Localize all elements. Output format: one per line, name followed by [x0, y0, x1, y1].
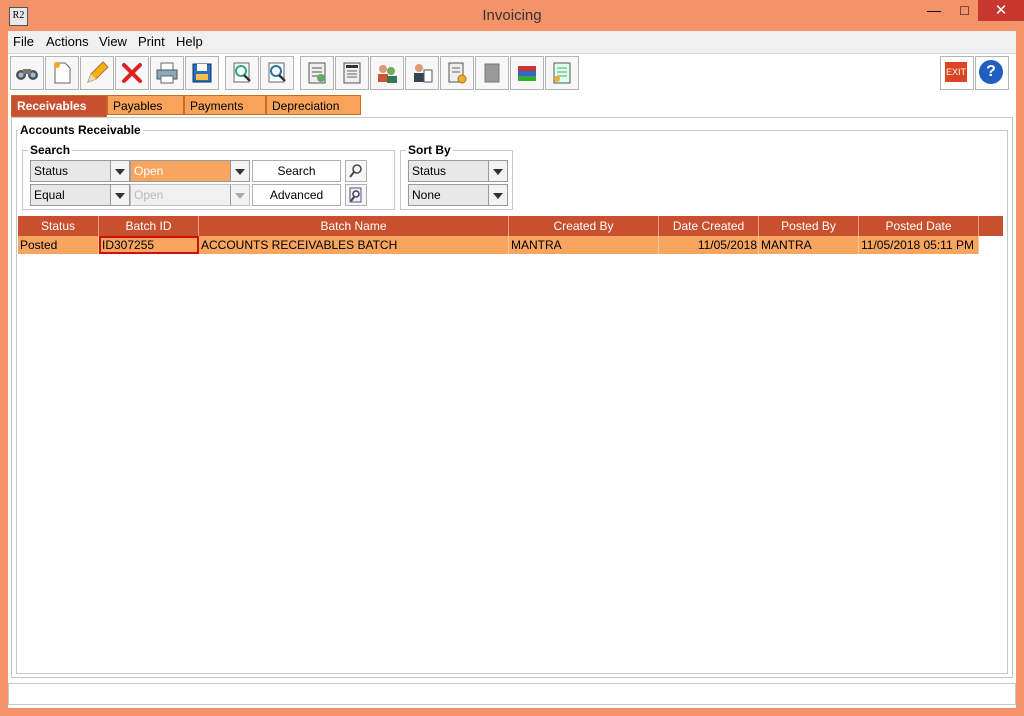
column-header-filler	[979, 216, 1003, 236]
menu-print[interactable]: Print	[138, 34, 165, 49]
exit-button[interactable]: EXIT	[940, 56, 974, 90]
tab-receivables[interactable]: Receivables	[11, 95, 107, 117]
column-header-posted-by[interactable]: Posted By	[759, 216, 859, 236]
search-button[interactable]: Search	[252, 160, 341, 182]
toolbar: EXIT ?	[8, 54, 1016, 94]
cell-created-by[interactable]: MANTRA	[509, 236, 659, 254]
column-header-date-created[interactable]: Date Created	[659, 216, 759, 236]
column-header-created-by[interactable]: Created By	[509, 216, 659, 236]
help-icon: ?	[979, 60, 1003, 84]
cell-batch-id[interactable]: ID307255	[99, 236, 199, 254]
batch-table: Status Batch ID Batch Name Created By Da…	[18, 216, 1003, 661]
search-value2-select: Open	[130, 184, 250, 206]
menu-view[interactable]: View	[99, 34, 127, 49]
search-field-value: Status	[34, 164, 69, 178]
client-area: File Actions View Print Help EXIT ? Rece…	[8, 31, 1016, 708]
advanced-button[interactable]: Advanced	[252, 184, 341, 206]
new-document-icon[interactable]	[45, 56, 79, 90]
tab-depreciation[interactable]: Depreciation	[266, 95, 361, 115]
sort-order-select[interactable]: None	[408, 184, 508, 206]
column-header-posted-date[interactable]: Posted Date	[859, 216, 979, 236]
menu-file[interactable]: File	[13, 34, 34, 49]
operator-value: Equal	[34, 188, 65, 202]
sort-group-title: Sort By	[406, 143, 453, 157]
search-value-select[interactable]: Open	[130, 160, 250, 182]
chevron-down-icon[interactable]	[488, 161, 507, 181]
report-coins-icon[interactable]	[440, 56, 474, 90]
close-button[interactable]: ✕	[978, 0, 1024, 21]
sort-order-value: None	[412, 188, 441, 202]
save-disk-icon[interactable]	[185, 56, 219, 90]
books-icon[interactable]	[510, 56, 544, 90]
help-button[interactable]: ?	[975, 56, 1009, 90]
status-bar	[8, 683, 1016, 705]
tab-payables[interactable]: Payables	[107, 95, 184, 115]
column-header-batch-id[interactable]: Batch ID	[99, 216, 199, 236]
menu-help[interactable]: Help	[176, 34, 203, 49]
menu-actions[interactable]: Actions	[46, 34, 89, 49]
minimize-button[interactable]: —	[917, 0, 951, 21]
advanced-search-icon	[349, 187, 362, 203]
search-value: Open	[134, 164, 164, 178]
exit-icon: EXIT	[945, 62, 967, 82]
window-title: Invoicing	[482, 7, 542, 24]
column-header-status[interactable]: Status	[18, 216, 99, 236]
search-value2: Open	[134, 188, 164, 202]
search-document-alt-icon[interactable]	[260, 56, 294, 90]
search-magnifier-button[interactable]	[345, 160, 367, 182]
search-group: Search Status Open Search Equal Open Adv…	[22, 143, 395, 210]
pencil-icon[interactable]	[80, 56, 114, 90]
sort-field-select[interactable]: Status	[408, 160, 508, 182]
chevron-down-icon[interactable]	[110, 185, 129, 205]
users-icon[interactable]	[370, 56, 404, 90]
chevron-down-icon[interactable]	[110, 161, 129, 181]
cell-date-created[interactable]: 11/05/2018	[659, 236, 759, 254]
search-group-title: Search	[28, 143, 73, 157]
user-report-icon[interactable]	[405, 56, 439, 90]
tab-strip: Receivables Payables Payments Depreciati…	[8, 95, 1016, 117]
menu-bar: File Actions View Print Help	[8, 31, 1016, 54]
document-list-icon[interactable]	[545, 56, 579, 90]
sort-group: Sort By Status None	[400, 143, 513, 210]
batch-icon[interactable]	[335, 56, 369, 90]
maximize-button[interactable]: □	[951, 0, 978, 21]
batch-report-icon[interactable]	[300, 56, 334, 90]
chevron-down-icon	[230, 185, 249, 205]
search-field-select[interactable]: Status	[30, 160, 130, 182]
cell-posted-date[interactable]: 11/05/2018 05:11 PM	[859, 236, 979, 254]
panel-title: Accounts Receivable	[18, 123, 143, 137]
title-bar: R2 Invoicing — □ ✕	[0, 0, 1024, 31]
cell-batch-name[interactable]: ACCOUNTS RECEIVABLES BATCH	[199, 236, 509, 254]
sort-field-value: Status	[412, 164, 447, 178]
delete-x-icon[interactable]	[115, 56, 149, 90]
cell-posted-by[interactable]: MANTRA	[759, 236, 859, 254]
printer-icon[interactable]	[150, 56, 184, 90]
tab-payments[interactable]: Payments	[184, 95, 266, 115]
column-header-batch-name[interactable]: Batch Name	[199, 216, 509, 236]
chevron-down-icon[interactable]	[230, 161, 249, 181]
magnifier-icon	[349, 164, 362, 178]
search-document-icon[interactable]	[225, 56, 259, 90]
document-disabled-icon[interactable]	[475, 56, 509, 90]
binoculars-icon[interactable]	[10, 56, 44, 90]
chevron-down-icon[interactable]	[488, 185, 507, 205]
cell-status[interactable]: Posted	[18, 236, 99, 254]
operator-select[interactable]: Equal	[30, 184, 130, 206]
advanced-search-button[interactable]	[345, 184, 367, 206]
